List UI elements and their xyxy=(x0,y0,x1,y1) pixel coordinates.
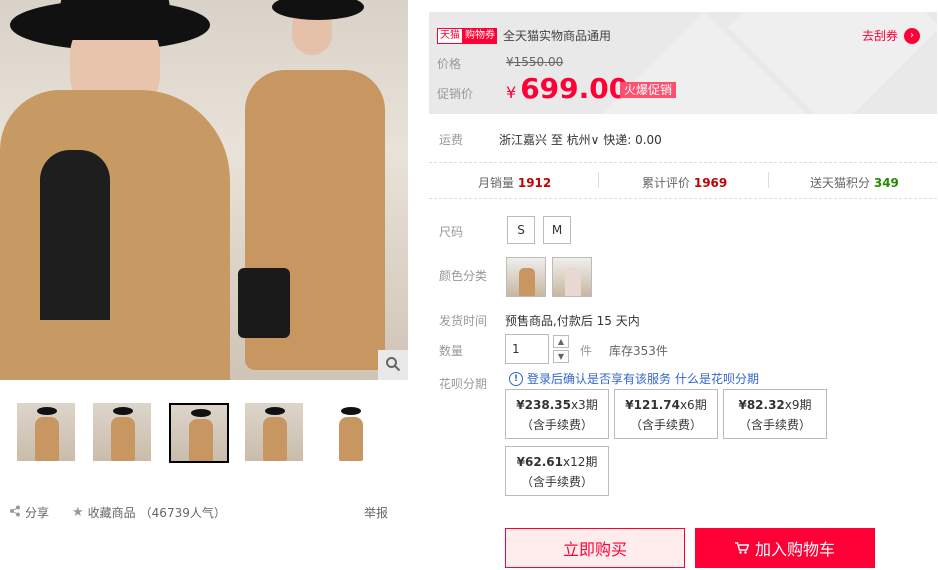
reviews[interactable]: 累计评价 1969 xyxy=(642,174,727,191)
plan-amount: ¥62.61 xyxy=(516,454,563,469)
price-label: 价格 xyxy=(437,57,462,71)
magnifier-icon xyxy=(385,356,401,375)
installment-plan-9[interactable]: ¥82.32x9期 （含手续费） xyxy=(723,389,827,439)
stock-count: 库存353件 xyxy=(609,344,668,358)
size-option-s[interactable]: S xyxy=(507,216,535,244)
ship-time-label: 发货时间 xyxy=(439,314,488,328)
get-coupon-link[interactable]: 去刮券 › xyxy=(862,27,921,44)
installment-label: 花呗分期 xyxy=(439,377,488,391)
tmall-tag: 天猫 xyxy=(437,27,463,44)
promo-price-value: 699.00 xyxy=(520,72,629,105)
coupon-row: 天猫 购物券 全天猫实物商品通用 xyxy=(437,27,611,44)
star-icon: ★ xyxy=(72,505,84,520)
promo-price: ¥ 699.00 xyxy=(506,72,628,105)
share-link[interactable]: 分享 xyxy=(9,504,49,521)
original-price: ¥1550.00 xyxy=(506,55,564,69)
buy-now-button[interactable]: 立即购买 xyxy=(505,528,685,568)
coupon-text: 全天猫实物商品通用 xyxy=(503,29,612,43)
size-option-m[interactable]: M xyxy=(543,216,571,244)
chevron-right-icon: › xyxy=(904,27,921,44)
promo-price-label: 促销价 xyxy=(437,87,474,101)
get-coupon-label: 去刮券 xyxy=(862,29,899,43)
plan-fee: （含手续费） xyxy=(520,417,593,432)
thumbnail[interactable] xyxy=(321,403,379,461)
coupon-tag: 购物券 xyxy=(463,27,497,44)
plan-amount: ¥82.32 xyxy=(738,397,785,412)
divider xyxy=(768,172,769,188)
ship-time-value: 预售商品,付款后 15 天内 xyxy=(505,314,640,328)
quantity-increase-button[interactable]: ▲ xyxy=(553,335,569,348)
plan-fee: （含手续费） xyxy=(629,417,702,432)
monthly-sales: 月销量 1912 xyxy=(478,174,551,191)
quantity-label: 数量 xyxy=(439,344,464,358)
installment-info: ! 登录后确认是否享有该服务 什么是花呗分期 xyxy=(509,370,759,387)
hat-shape-secondary xyxy=(272,0,364,20)
chevron-up-icon: ▲ xyxy=(557,337,565,346)
divider xyxy=(429,162,937,163)
share-label: 分享 xyxy=(25,506,50,520)
installment-plan-6[interactable]: ¥121.74x6期 （含手续费） xyxy=(614,389,718,439)
quantity-unit: 件 xyxy=(580,344,593,358)
favorite-label: 收藏商品 xyxy=(87,506,136,520)
color-label: 颜色分类 xyxy=(439,269,488,283)
points-label: 送天猫积分 xyxy=(810,176,871,190)
plan-amount: ¥121.74 xyxy=(625,397,680,412)
plan-amount: ¥238.35 xyxy=(516,397,571,412)
zoom-button[interactable] xyxy=(378,350,408,380)
report-link[interactable]: 举报 xyxy=(364,504,388,521)
installment-plan-12[interactable]: ¥62.61x12期 （含手续费） xyxy=(505,446,609,496)
plan-periods: x3期 xyxy=(570,397,598,412)
coat-shape xyxy=(0,90,230,380)
points-value: 349 xyxy=(873,176,899,190)
handbag-shape xyxy=(238,268,290,338)
hot-promo-badge: 火爆促销 xyxy=(620,82,677,98)
thumbnail[interactable] xyxy=(17,403,75,461)
shirt-shape xyxy=(40,150,110,320)
installment-plan-3[interactable]: ¥238.35x3期 （含手续费） xyxy=(505,389,609,439)
divider xyxy=(429,198,937,199)
thumbnail[interactable] xyxy=(245,403,303,461)
monthly-sales-value: 1912 xyxy=(517,176,552,190)
reviews-value: 1969 xyxy=(693,176,728,190)
plan-fee: （含手续费） xyxy=(520,474,593,489)
shipping-label: 运费 xyxy=(439,133,464,147)
cart-icon xyxy=(734,539,750,558)
thumbnail-selected[interactable] xyxy=(169,403,229,463)
main-product-image[interactable] xyxy=(0,0,408,380)
shipping-info[interactable]: 浙江嘉兴 至 杭州∨ 快递: 0.00 xyxy=(499,131,662,148)
tmall-points: 送天猫积分 349 xyxy=(810,174,899,191)
chevron-down-icon: ▼ xyxy=(557,352,565,361)
favorite-count: （46739人气） xyxy=(139,506,226,520)
divider xyxy=(598,172,599,188)
favorite-link[interactable]: ★ 收藏商品 （46739人气） xyxy=(72,504,226,521)
size-label: 尺码 xyxy=(439,225,464,239)
thumbnail[interactable] xyxy=(93,403,151,461)
monthly-sales-label: 月销量 xyxy=(478,176,515,190)
plan-fee: （含手续费） xyxy=(738,417,811,432)
add-to-cart-label: 加入购物车 xyxy=(754,540,835,559)
color-option-camel[interactable] xyxy=(506,257,546,297)
buy-now-label: 立即购买 xyxy=(562,540,627,559)
installment-help-link[interactable]: 什么是花呗分期 xyxy=(675,370,759,387)
currency-symbol: ¥ xyxy=(506,83,517,102)
quantity-input[interactable] xyxy=(505,334,549,364)
color-option-light[interactable] xyxy=(552,257,592,297)
add-to-cart-button[interactable]: 加入购物车 xyxy=(695,528,875,568)
share-icon xyxy=(9,505,21,520)
hat-crown-shape xyxy=(60,0,170,40)
installment-login-text[interactable]: 登录后确认是否享有该服务 xyxy=(527,370,671,387)
reviews-label: 累计评价 xyxy=(642,176,691,190)
plan-periods: x6期 xyxy=(679,397,707,412)
quantity-decrease-button[interactable]: ▼ xyxy=(553,350,569,363)
plan-periods: x9期 xyxy=(784,397,812,412)
info-icon: ! xyxy=(509,371,523,386)
plan-periods: x12期 xyxy=(562,454,598,469)
